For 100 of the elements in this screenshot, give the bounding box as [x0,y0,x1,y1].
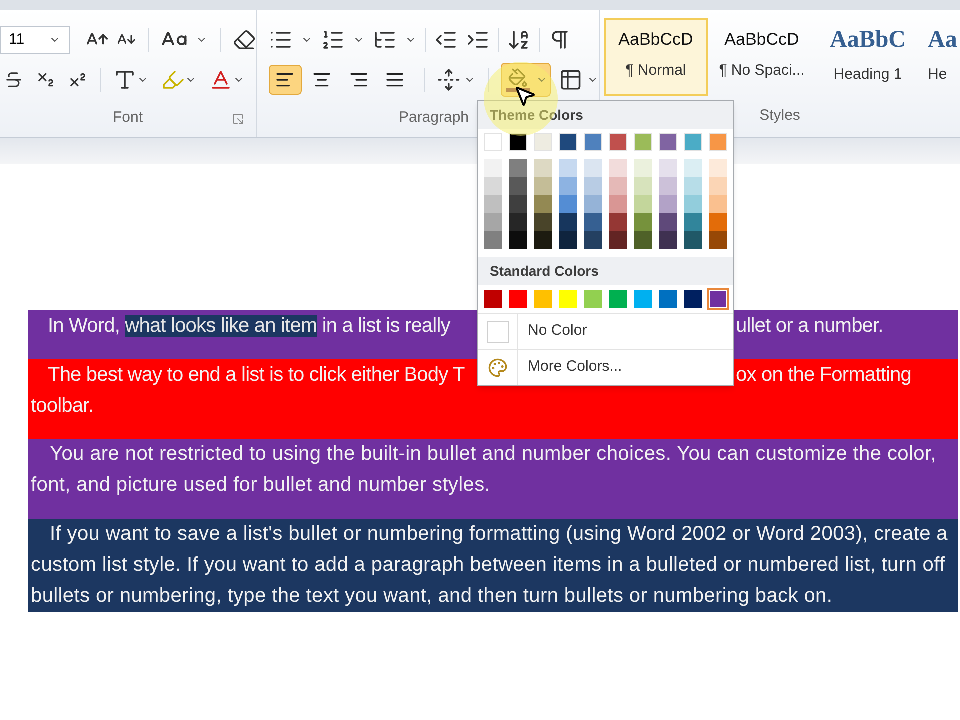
color-swatch[interactable] [659,159,677,177]
color-swatch[interactable] [684,213,702,231]
color-swatch[interactable] [559,231,577,249]
color-swatch[interactable] [484,290,502,308]
color-swatch[interactable] [509,195,527,213]
no-color-swatch [486,320,508,342]
color-swatch[interactable] [609,177,627,195]
color-swatch[interactable] [534,133,552,151]
color-swatch[interactable] [634,133,652,151]
group-label: Paragraph [398,108,470,128]
color-swatch[interactable] [634,177,652,195]
color-swatch[interactable] [609,133,627,151]
color-swatch[interactable] [659,231,677,249]
color-swatch[interactable] [509,177,527,195]
color-swatch[interactable] [634,195,652,213]
color-swatch[interactable] [684,177,702,195]
highlight-icon[interactable] [161,68,185,92]
color-swatch[interactable] [584,290,602,308]
color-swatch[interactable] [634,213,652,231]
color-swatch[interactable] [559,159,577,177]
style-tile[interactable]: Aa He [922,18,960,96]
color-swatch[interactable] [609,231,627,249]
color-swatch[interactable] [609,159,627,177]
color-swatch[interactable] [634,231,652,249]
color-swatch[interactable] [559,195,577,213]
color-swatch[interactable] [584,177,602,195]
menu-heading: Standard Colors [490,262,599,280]
color-swatch[interactable] [484,213,502,231]
style-tile[interactable]: AaBbCcD ¶ Normal [604,18,708,96]
color-swatch[interactable] [559,133,577,151]
menu-item[interactable]: More Colors... [528,356,622,379]
color-swatch[interactable] [684,159,702,177]
color-swatch[interactable] [659,195,677,213]
color-swatch[interactable] [684,195,702,213]
paragraph-text: ullet or a number. [736,314,884,338]
color-swatch[interactable] [534,290,552,308]
style-tile[interactable]: AaBbCcD ¶ No Spaci... [710,18,814,96]
color-swatch[interactable] [659,133,677,151]
color-swatch[interactable] [684,231,702,249]
color-swatch[interactable] [584,195,602,213]
sort-icon[interactable] [507,28,531,52]
style-tile[interactable]: AaBbC Heading 1 [816,18,920,96]
group-label: Font [112,108,143,128]
color-swatch[interactable] [534,159,552,177]
color-swatch[interactable] [534,213,552,231]
color-swatch[interactable] [609,195,627,213]
color-swatch[interactable] [584,231,602,249]
color-swatch[interactable] [509,213,527,231]
paragraph-text: You are not restricted to using the built-in bullet and number choices. You can customize the color, font, and picture used for bullet and number styles. [30,442,938,498]
color-swatch[interactable] [559,290,577,308]
color-swatch[interactable] [659,290,677,308]
paragraph-text: In Word, what looks like an item in a list is really [47,314,452,338]
color-swatch[interactable] [709,195,727,213]
color-swatch[interactable] [509,290,527,308]
line-spacing-icon[interactable] [436,68,460,92]
color-swatch[interactable] [559,177,577,195]
dialog-launcher-icon[interactable] [232,112,244,124]
font-size-field[interactable]: 11 [0,26,70,54]
color-swatch[interactable] [684,290,702,308]
color-swatch[interactable] [609,213,627,231]
text-effects-icon[interactable] [113,68,137,92]
align-button[interactable] [269,65,302,95]
color-swatch[interactable] [484,133,502,151]
color-swatch[interactable] [484,177,502,195]
color-swatch[interactable] [509,159,527,177]
color-swatch[interactable] [709,159,727,177]
color-swatch[interactable] [709,213,727,231]
numbering-icon[interactable] [321,28,345,52]
menu-heading: Theme Colors [490,106,584,124]
color-swatch[interactable] [509,231,527,249]
color-swatch[interactable] [534,195,552,213]
color-swatch[interactable] [584,133,602,151]
color-swatch[interactable] [584,159,602,177]
font-color-icon[interactable] [209,68,233,92]
paragraph-text: toolbar. [30,394,94,418]
color-swatch[interactable] [559,213,577,231]
color-swatch[interactable] [684,133,702,151]
color-swatch[interactable] [534,177,552,195]
group-label: Styles [760,106,800,126]
paragraph-text: The best way to end a list is to click either Body T [47,362,466,388]
borders-icon[interactable] [559,68,584,92]
color-swatch[interactable] [709,177,727,195]
clear-formatting-icon[interactable] [232,28,256,52]
strikethrough-icon[interactable] [4,70,24,90]
color-swatch[interactable] [484,195,502,213]
color-swatch[interactable] [534,231,552,249]
color-swatch[interactable] [484,159,502,177]
color-swatch[interactable] [659,213,677,231]
color-swatch[interactable] [609,290,627,308]
color-swatch[interactable] [659,177,677,195]
menu-item[interactable]: No Color [528,320,588,343]
color-swatch[interactable] [634,290,652,308]
color-swatch[interactable] [484,231,502,249]
paragraph-text: ox on the Formatting [736,362,912,388]
color-swatch[interactable] [584,213,602,231]
paragraph-text: If you want to save a list's bullet or numbering formatting (using Word 2002 or Word 2003), create a custom list style. If you want to add a paragraph between items in a bulleted or numbered list, turn off bullets or numbering, type the text you want, and then turn bullets or numbering back on. [30,522,949,609]
color-swatch[interactable] [634,159,652,177]
color-swatch[interactable] [709,133,727,151]
color-swatch[interactable] [709,231,727,249]
color-swatch[interactable] [509,133,527,151]
